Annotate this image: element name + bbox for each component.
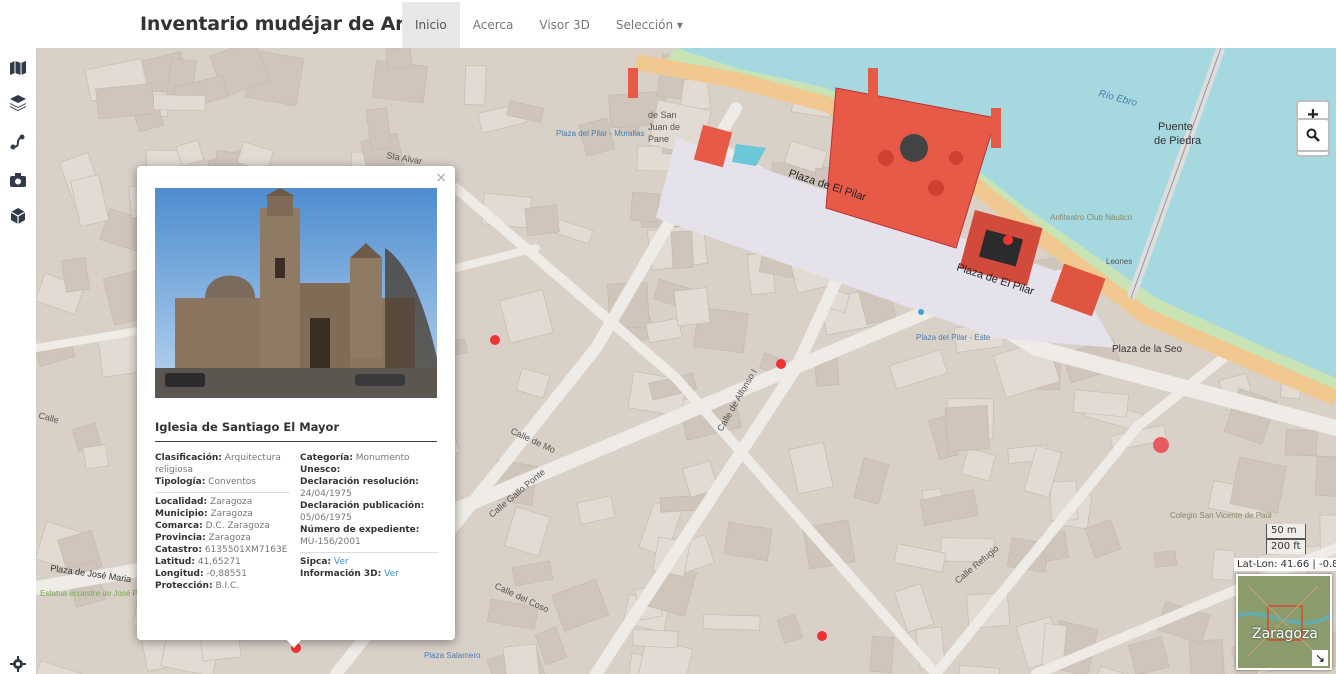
sipca-link[interactable]: Ver: [334, 557, 349, 567]
route-icon[interactable]: [8, 132, 28, 152]
field-clasificacion: Clasificación: Arquitectura religiosa: [155, 453, 281, 475]
label-de-san: de San: [648, 110, 677, 120]
map-scale: 50 m 200 ft: [1266, 524, 1306, 554]
map-marker-cluster[interactable]: [1153, 437, 1169, 453]
field-informacion-3d: Información 3D: Ver: [300, 569, 399, 579]
label-de-piedra: de Piedra: [1154, 135, 1202, 147]
label-anfiteatro: Anfiteatro Club Náutico: [1050, 213, 1133, 222]
building-block: [463, 64, 487, 106]
popup-left-column: Clasificación: Arquitectura religiosa Ti…: [155, 452, 290, 592]
building-block: [1188, 639, 1226, 674]
title-divider: [155, 441, 437, 442]
label-colegio: Colegio San Vicente de Paúl: [1170, 511, 1272, 520]
monument-popup: × Iglesia de Santiago El Mayor Clasifica…: [137, 166, 455, 640]
left-toolbar: [0, 48, 36, 674]
field-catastro: Catastro: 6135501XM7163E: [155, 545, 288, 555]
scale-imperial: 200 ft: [1266, 539, 1306, 554]
building-block: [723, 521, 773, 562]
building-block: [702, 614, 761, 631]
label-puente: Puente: [1158, 121, 1193, 133]
building-block: [153, 94, 206, 111]
label-pane: Pane: [648, 134, 669, 144]
top-navbar: Inventario mudéjar de Aragón Inicio Acer…: [0, 0, 1336, 48]
building-block: [670, 230, 694, 269]
nav-seleccion-dropdown[interactable]: Selección ▾: [603, 2, 696, 48]
nav-acerca[interactable]: Acerca: [460, 2, 527, 48]
map-search-button[interactable]: [1296, 118, 1330, 152]
building-block: [673, 287, 711, 327]
building-block: [82, 444, 110, 470]
building-block: [524, 204, 560, 237]
latlon-readout: Lat-Lon: 41.66 | -0.88: [1234, 558, 1336, 571]
field-numero-expediente: Número de expediente: MU-156/2001: [300, 525, 420, 547]
building-block: [869, 635, 895, 674]
label-plaza-pilar-murallas: Plaza del Pilar - Murallas: [556, 129, 644, 138]
building-block: [630, 191, 660, 223]
building-block: [61, 256, 91, 293]
building-block: [1314, 455, 1336, 498]
building-block: [1211, 548, 1236, 581]
building-block: [1072, 389, 1129, 418]
nav-inicio[interactable]: Inicio: [402, 2, 460, 48]
minimap-toggle-button[interactable]: ↘: [1312, 650, 1328, 666]
scale-metric: 50 m: [1266, 524, 1306, 539]
popup-close-button[interactable]: ×: [435, 170, 447, 186]
label-plaza-salamero: Plaza Salamero: [424, 651, 481, 660]
popup-right-column: Categoría: Monumento Unesco: Declaración…: [300, 452, 438, 580]
nav-visor-3d[interactable]: Visor 3D: [526, 2, 603, 48]
monument-photo: [155, 188, 437, 398]
cube-icon[interactable]: [8, 206, 28, 226]
building-block: [95, 83, 155, 120]
right-divider: [300, 552, 438, 553]
field-sipca: Sipca: Ver: [300, 557, 349, 567]
label-juan-de: Juan de: [648, 122, 680, 132]
field-localidad: Localidad: Zaragoza: [155, 497, 253, 507]
field-unesco: Unesco:: [300, 465, 341, 475]
field-declaracion-publicacion: Declaración publicación: 05/06/1975: [300, 501, 425, 523]
camera-icon[interactable]: [8, 170, 28, 190]
building-block: [1284, 429, 1318, 457]
building-block: [1153, 550, 1178, 568]
left-divider: [155, 492, 290, 493]
field-declaracion-resolucion: Declaración resolución: 24/04/1975: [300, 477, 419, 499]
label-plaza-seo: Plaza de la Seo: [1112, 344, 1182, 355]
field-categoria: Categoría: Monumento: [300, 453, 410, 463]
search-icon: [1306, 128, 1320, 142]
field-municipio: Municipio: Zaragoza: [155, 509, 253, 519]
building-block: [944, 405, 991, 452]
monument-title: Iglesia de Santiago El Mayor: [155, 420, 340, 434]
field-tipologia: Tipología: Conventos: [155, 477, 256, 487]
label-leones: Leones: [1106, 257, 1132, 266]
field-comarca: Comarca: D.C. Zaragoza: [155, 521, 270, 531]
field-proteccion: Protección: B.I.C.: [155, 581, 240, 591]
field-provincia: Provincia: Zaragoza: [155, 533, 251, 543]
minimap[interactable]: Zaragoza ↘: [1236, 574, 1332, 670]
minimap-city-label: Zaragoza: [1252, 626, 1318, 642]
building-block: [502, 643, 541, 674]
label-plaza-pilar-este: Plaza del Pilar - Este: [916, 333, 991, 342]
building-block: [1229, 456, 1288, 514]
map-icon[interactable]: [8, 58, 28, 78]
info-3d-link[interactable]: Ver: [384, 569, 399, 579]
building-block: [632, 628, 679, 649]
building-block: [385, 48, 413, 70]
layers-icon[interactable]: [8, 93, 28, 113]
popup-pointer: [285, 638, 303, 648]
settings-icon[interactable]: [8, 654, 28, 674]
main-nav: Inicio Acerca Visor 3D Selección ▾: [402, 2, 696, 48]
field-latitud: Latitud: 41,65271: [155, 557, 241, 567]
field-longitud: Longitud: -0,88551: [155, 569, 247, 579]
